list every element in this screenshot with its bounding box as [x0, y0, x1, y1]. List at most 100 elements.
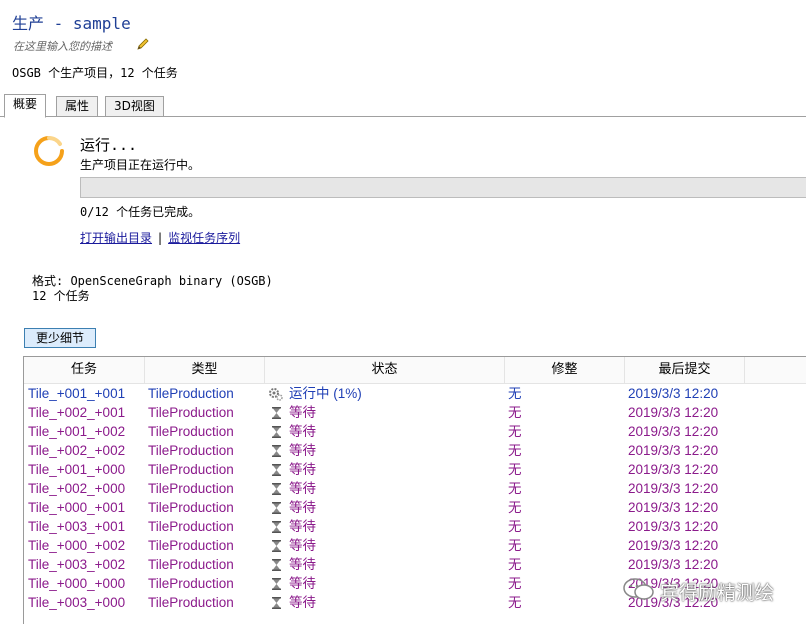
column-header-type[interactable]: 类型 [145, 357, 265, 383]
task-trim-cell: 无 [508, 538, 522, 553]
tab-properties[interactable]: 属性 [56, 96, 99, 116]
task-trim-cell: 无 [508, 405, 522, 420]
task-status-cell: 等待 [289, 500, 316, 515]
column-header-status[interactable]: 状态 [265, 357, 505, 383]
task-type-cell: TileProduction [148, 443, 234, 458]
task-status-cell: 等待 [289, 462, 316, 477]
table-row[interactable]: Tile_+000_+001 TileProduction 等待 无 2019/3/3 … [24, 498, 744, 517]
table-row[interactable]: Tile_+002_+001 TileProduction 等待 无 2019/3/3 … [24, 403, 744, 422]
task-name-cell: Tile_+000_+000 [28, 576, 126, 591]
spinner-icon [34, 135, 64, 166]
table-row[interactable]: Tile_+002_+000 TileProduction 等待 无 2019/3/3 … [24, 479, 744, 498]
watermark-text: 宾得励精测绘 [660, 582, 775, 604]
table-row[interactable]: Tile_+003_+002 TileProduction 等待 无 2019/3/3 … [24, 555, 744, 574]
hourglass-icon [272, 407, 281, 419]
task-status-cell: 等待 [289, 576, 316, 591]
task-type-cell: TileProduction [148, 519, 234, 534]
hourglass-icon [272, 540, 281, 552]
task-name-cell: Tile_+001_+000 [28, 462, 126, 477]
task-name-cell: Tile_+003_+002 [28, 557, 126, 572]
tab-3d-view[interactable]: 3D视图 [105, 96, 164, 116]
link-separator: | [158, 231, 163, 245]
task-type-cell: TileProduction [148, 405, 234, 420]
task-submitted-cell: 2019/3/3 12:20 [628, 557, 719, 572]
edit-pencil-icon[interactable] [136, 37, 150, 51]
task-type-cell: TileProduction [148, 595, 234, 610]
column-header-trim[interactable]: 修整 [505, 357, 625, 383]
task-submitted-cell: 2019/3/3 12:20 [628, 443, 719, 458]
task-type-cell: TileProduction [148, 481, 234, 496]
hourglass-icon [272, 483, 281, 495]
format-line: 格式: OpenSceneGraph binary (OSGB) [32, 274, 273, 288]
run-status-subtitle: 生产项目正在运行中。 [80, 158, 201, 172]
column-header-last-submitted[interactable]: 最后提交 [625, 357, 745, 383]
run-status-title: 运行... [80, 136, 138, 154]
task-submitted-cell: 2019/3/3 12:20 [628, 424, 719, 439]
task-count-line: 12 个任务 [32, 289, 90, 303]
hourglass-icon [272, 445, 281, 457]
table-row[interactable]: Tile_+003_+001 TileProduction 等待 无 2019/3/3 … [24, 517, 744, 536]
task-trim-cell: 无 [508, 500, 522, 515]
task-trim-cell: 无 [508, 386, 522, 401]
tasks-completed-text: 0/12 个任务已完成。 [80, 205, 201, 219]
task-trim-cell: 无 [508, 424, 522, 439]
task-status-cell: 等待 [289, 557, 316, 572]
task-name-cell: Tile_+002_+002 [28, 443, 126, 458]
table-row[interactable]: Tile_+001_+002 TileProduction 等待 无 2019/3/3 … [24, 422, 744, 441]
task-name-cell: Tile_+002_+000 [28, 481, 126, 496]
task-trim-cell: 无 [508, 519, 522, 534]
hourglass-icon [272, 597, 281, 609]
task-status-cell: 等待 [289, 538, 316, 553]
task-name-cell: Tile_+002_+001 [28, 405, 126, 420]
task-name-cell: Tile_+003_+001 [28, 519, 126, 534]
task-trim-cell: 无 [508, 576, 522, 591]
task-submitted-cell: 2019/3/3 12:20 [628, 538, 719, 553]
task-status-cell: 等待 [289, 405, 316, 420]
task-submitted-cell: 2019/3/3 12:20 [628, 481, 719, 496]
hourglass-icon [272, 464, 281, 476]
tab-overview[interactable]: 概要 [4, 94, 47, 118]
table-header: 任务 类型 状态 修整 最后提交 [24, 357, 806, 384]
wechat-logo-icon [623, 578, 654, 600]
task-name-cell: Tile_+003_+000 [28, 595, 126, 610]
task-trim-cell: 无 [508, 462, 522, 477]
table-row[interactable]: Tile_+000_+002 TileProduction 等待 无 2019/3/3 … [24, 536, 744, 555]
task-name-cell: Tile_+000_+001 [28, 500, 126, 515]
running-gears-icon [269, 388, 283, 401]
task-status-cell: 等待 [289, 424, 316, 439]
hourglass-icon [272, 521, 281, 533]
task-trim-cell: 无 [508, 443, 522, 458]
task-status-cell: 等待 [289, 443, 316, 458]
less-details-button[interactable]: 更少细节 [24, 328, 96, 348]
details-block: 格式: OpenSceneGraph binary (OSGB) 12 个任务 [32, 274, 273, 304]
hourglass-icon [272, 502, 281, 514]
task-type-cell: TileProduction [148, 576, 234, 591]
action-links: 打开输出目录 | 监视任务序列 [80, 229, 240, 246]
open-output-directory-link[interactable]: 打开输出目录 [80, 231, 152, 245]
monitor-job-queue-link[interactable]: 监视任务序列 [168, 231, 240, 245]
task-name-cell: Tile_+000_+002 [28, 538, 126, 553]
task-submitted-cell: 2019/3/3 12:20 [628, 405, 719, 420]
table-row[interactable]: Tile_+002_+002 TileProduction 等待 无 2019/3/3 … [24, 441, 744, 460]
task-trim-cell: 无 [508, 481, 522, 496]
hourglass-icon [272, 426, 281, 438]
task-trim-cell: 无 [508, 595, 522, 610]
tab-bar: 概要 属性 3D视图 [0, 94, 806, 118]
task-submitted-cell: 2019/3/3 12:20 [628, 462, 719, 477]
task-name-cell: Tile_+001_+002 [28, 424, 126, 439]
task-submitted-cell: 2019/3/3 12:20 [628, 519, 719, 534]
project-summary: OSGB 个生产项目，12 个任务 [12, 66, 178, 80]
task-trim-cell: 无 [508, 557, 522, 572]
task-type-cell: TileProduction [148, 557, 234, 572]
table-row[interactable]: Tile_+001_+001 TileProduction 运行中 (1%) 无 201… [24, 384, 744, 403]
column-header-task[interactable]: 任务 [24, 357, 145, 383]
task-type-cell: TileProduction [148, 500, 234, 515]
progress-bar [80, 177, 806, 198]
table-row[interactable]: Tile_+001_+000 TileProduction 等待 无 2019/3/3 … [24, 460, 744, 479]
task-status-cell: 等待 [289, 595, 316, 610]
description-field[interactable]: 在这里输入您的描述 [13, 38, 112, 54]
hourglass-icon [272, 578, 281, 590]
task-type-cell: TileProduction [148, 462, 234, 477]
watermark: 宾得励精测绘 [622, 576, 802, 604]
task-submitted-cell: 2019/3/3 12:20 [628, 386, 719, 401]
